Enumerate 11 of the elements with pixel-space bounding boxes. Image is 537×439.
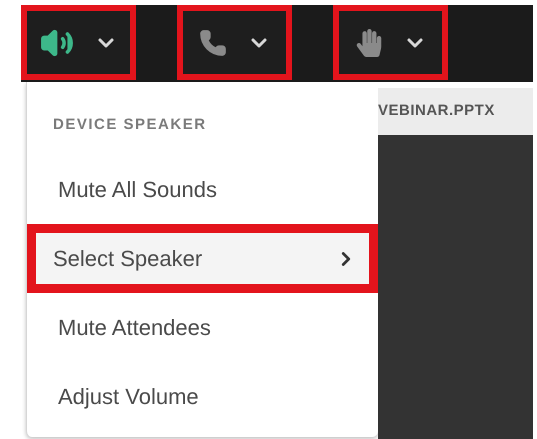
menu-item[interactable]: Adjust Volume (27, 362, 378, 431)
hand-icon (354, 28, 382, 56)
phone-icon (198, 28, 226, 56)
speaker-menu-button[interactable] (21, 5, 136, 80)
menu-item[interactable]: Select Speaker (27, 224, 378, 293)
menu-heading: DEVICE SPEAKER (53, 115, 207, 136)
menu-item[interactable]: Mute All Sounds (27, 155, 378, 224)
hand-menu-button[interactable] (333, 5, 448, 80)
menu-item[interactable]: Mute Attendees (27, 293, 378, 362)
document-title: VEBINAR.PPTX (378, 101, 495, 122)
phone-menu-button[interactable] (177, 5, 292, 80)
